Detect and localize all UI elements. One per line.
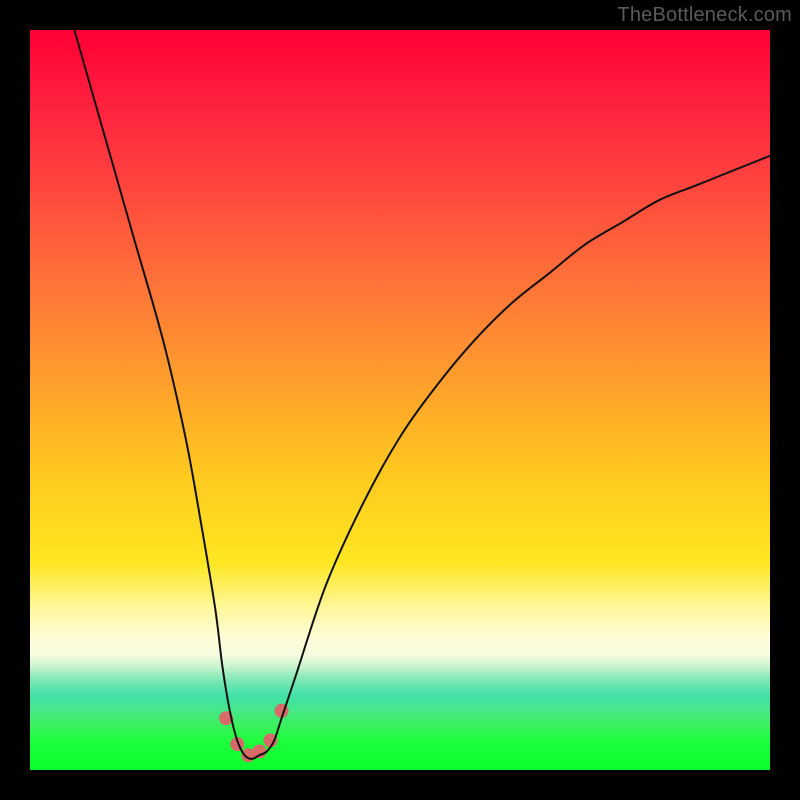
plot-frame: TheBottleneck.com — [0, 0, 800, 800]
attribution-text: TheBottleneck.com — [617, 4, 792, 27]
minimum-marker — [252, 745, 266, 759]
bottleneck-curve — [74, 30, 770, 759]
plot-area — [30, 30, 770, 770]
curve-layer — [30, 30, 770, 770]
